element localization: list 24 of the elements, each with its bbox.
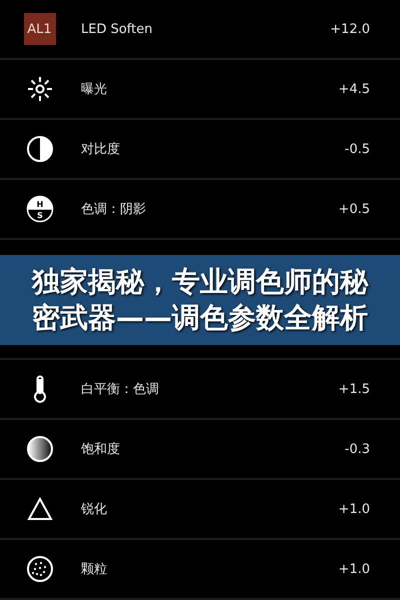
banner-title: 独家揭秘，专业调色师的秘密武器——调色参数全解析 xyxy=(32,264,368,336)
setting-label: 饱和度 xyxy=(81,441,121,458)
preset-badge: AL1 xyxy=(24,13,56,45)
triangle-icon xyxy=(26,495,54,523)
saturation-icon xyxy=(26,435,54,463)
setting-value: +1.0 xyxy=(338,502,371,516)
setting-value: +1.0 xyxy=(338,562,371,576)
setting-value: +4.5 xyxy=(338,82,371,96)
setting-label: 颗粒 xyxy=(81,561,108,578)
hs-icon: H S xyxy=(26,195,54,223)
setting-label: 对比度 xyxy=(81,141,121,158)
setting-label: 色调：阴影 xyxy=(81,201,147,218)
contrast-icon xyxy=(26,135,54,163)
setting-value: +0.5 xyxy=(338,202,371,216)
setting-label: LED Soften xyxy=(81,22,154,36)
setting-label: 曝光 xyxy=(81,81,108,98)
setting-value: -0.3 xyxy=(344,442,371,456)
setting-label: 锐化 xyxy=(81,501,108,518)
setting-value: +1.5 xyxy=(338,382,371,396)
grain-icon xyxy=(26,555,54,583)
setting-value: -0.5 xyxy=(344,142,371,156)
setting-value: +12.0 xyxy=(330,22,371,36)
sun-icon xyxy=(26,75,54,103)
setting-label: 白平衡：色调 xyxy=(81,381,160,398)
